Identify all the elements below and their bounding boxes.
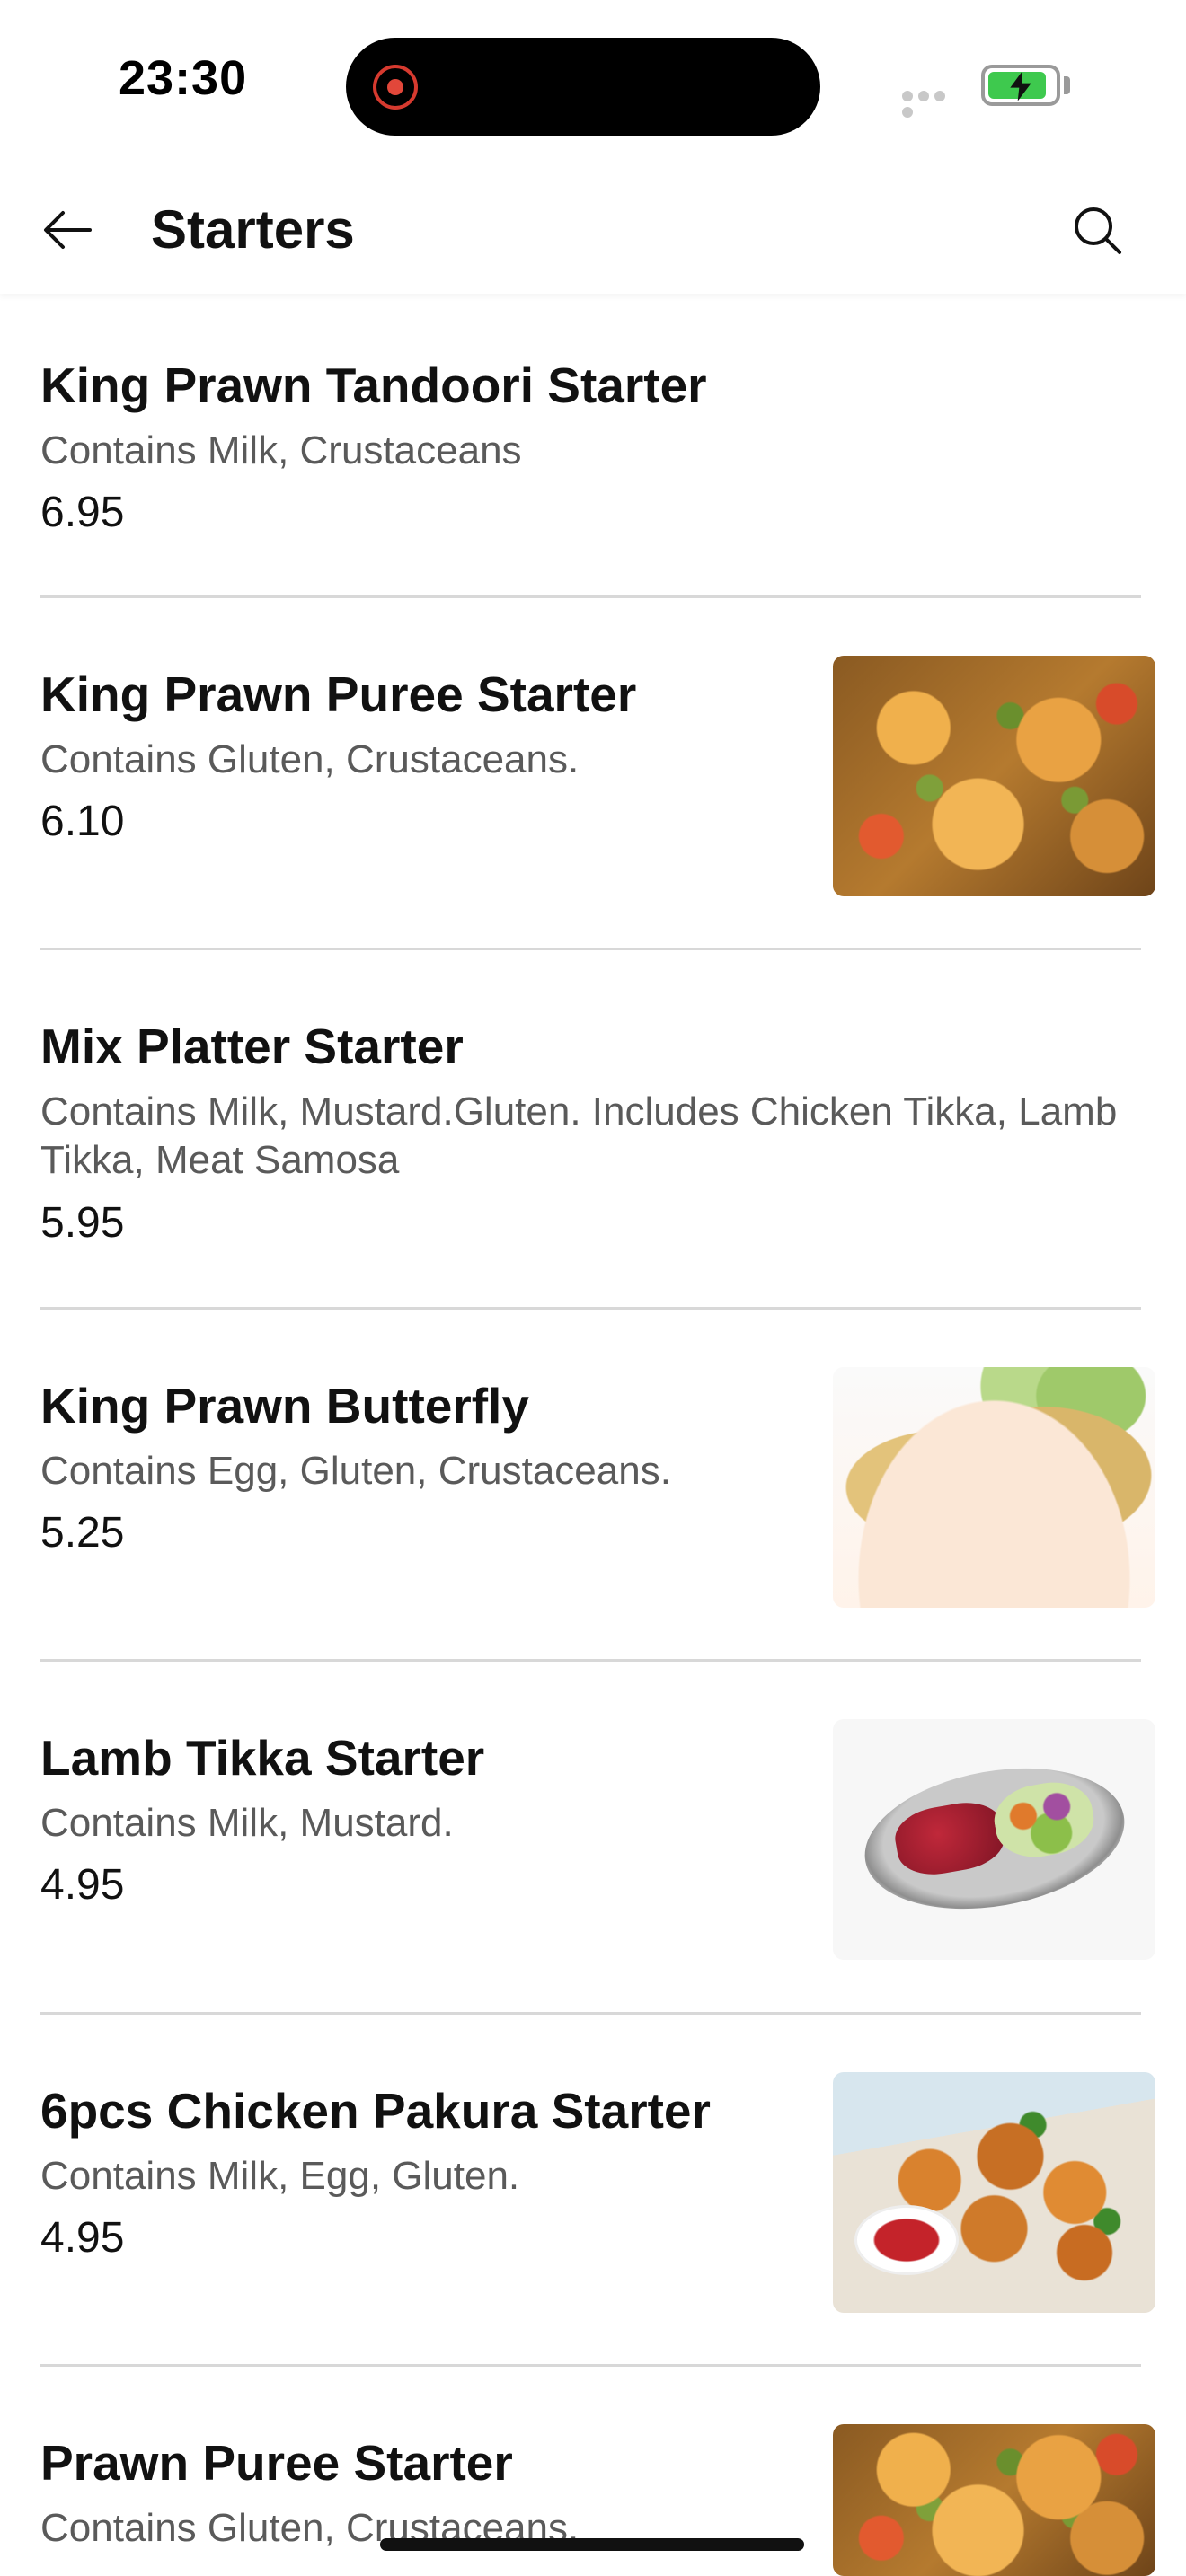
item-image [833, 656, 1155, 896]
dip-bowl-shape [854, 2205, 959, 2275]
item-price: 4.95 [40, 2214, 125, 2262]
item-name: Prawn Puree Starter [40, 2435, 513, 2491]
item-name: King Prawn Butterfly [40, 1378, 529, 1434]
item-description: Contains Egg, Gluten, Crustaceans. [40, 1449, 671, 1493]
menu-item[interactable]: Lamb Tikka Starter Contains Milk, Mustar… [0, 1662, 1186, 2015]
screen-recording-icon [373, 65, 418, 110]
battery-icon [981, 65, 1060, 106]
item-description: Contains Milk, Mustard.Gluten. Includes … [40, 1090, 1118, 1182]
home-indicator[interactable] [380, 2538, 804, 2551]
item-name: Mix Platter Starter [40, 1019, 464, 1074]
charging-bolt-icon [1010, 71, 1031, 101]
item-description: Contains Gluten, Crustaceans. [40, 737, 580, 781]
item-name: 6pcs Chicken Pakura Starter [40, 2083, 711, 2139]
status-bar: 23:30 [0, 0, 1186, 166]
item-price: 5.25 [40, 1509, 125, 1557]
page-title: Starters [151, 199, 355, 260]
arrow-left-icon [44, 211, 92, 249]
item-description: Contains Milk, Crustaceans [40, 428, 522, 472]
item-image [833, 1367, 1155, 1608]
menu-item[interactable]: 6pcs Chicken Pakura Starter Contains Mil… [0, 2015, 1186, 2367]
dynamic-island [346, 38, 820, 136]
item-name: King Prawn Puree Starter [40, 666, 637, 722]
menu-item[interactable]: Mix Platter Starter Contains Milk, Musta… [0, 950, 1186, 1310]
menu-item[interactable]: King Prawn Tandoori Starter Contains Mil… [0, 294, 1186, 598]
item-image [833, 2072, 1155, 2313]
cellular-signal-icon [902, 90, 965, 118]
search-icon [1075, 207, 1121, 254]
status-time: 23:30 [119, 51, 248, 105]
battery-cap [1064, 76, 1070, 94]
item-price: 6.95 [40, 489, 125, 536]
item-description: Contains Milk, Mustard. [40, 1801, 454, 1845]
item-name: Lamb Tikka Starter [40, 1730, 485, 1786]
item-price: 5.95 [40, 1199, 125, 1247]
search-button[interactable] [1067, 200, 1128, 261]
item-price: 4.95 [40, 1861, 125, 1909]
menu-item[interactable]: King Prawn Puree Starter Contains Gluten… [0, 598, 1186, 950]
item-price: 6.10 [40, 798, 125, 845]
item-description: Contains Milk, Egg, Gluten. [40, 2154, 520, 2198]
item-image [833, 1719, 1155, 1960]
menu-item[interactable]: King Prawn Butterfly Contains Egg, Glute… [0, 1310, 1186, 1662]
item-image [833, 2424, 1155, 2576]
back-button[interactable] [40, 202, 95, 258]
app-header: Starters [0, 166, 1186, 294]
item-name: King Prawn Tandoori Starter [40, 357, 707, 413]
